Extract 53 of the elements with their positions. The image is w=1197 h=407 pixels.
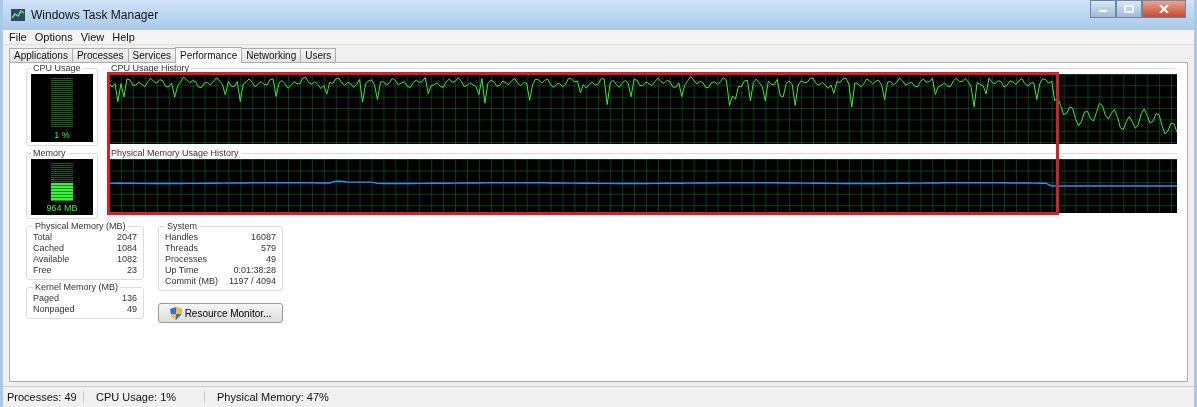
menu-item[interactable]: Help (112, 31, 135, 43)
app-icon (11, 9, 25, 21)
meter-reading: 1 % (54, 130, 70, 140)
stat-value: 579 (260, 243, 276, 254)
stat-label: Available (33, 254, 70, 265)
stat-label: Up Time (165, 265, 199, 276)
stat-value: 0:01:38:28 (233, 265, 276, 276)
tab[interactable]: Applications (9, 48, 73, 62)
stat-value: 23 (127, 265, 137, 276)
meter-reading: 964 MB (46, 203, 78, 213)
stat-label: Total (33, 232, 52, 243)
menu-item[interactable]: Options (34, 31, 73, 43)
stat-value: 136 (121, 293, 137, 304)
tab[interactable]: Processes (71, 48, 129, 62)
stat-label: Handles (165, 232, 199, 243)
status-text: Processes: 49 (3, 391, 84, 403)
menu-item[interactable]: File (9, 31, 27, 43)
stat-label: Free (33, 265, 52, 276)
tab[interactable]: Performance (174, 47, 243, 63)
tab[interactable]: Users (300, 48, 337, 62)
group-title: Kernel Memory (MB) (34, 282, 119, 293)
stat-value: 16087 (250, 232, 276, 243)
group-title: Memory (32, 148, 67, 159)
close-icon (1159, 5, 1169, 13)
maximize-icon (1124, 5, 1134, 13)
status-text: CPU Usage: 1% (84, 391, 205, 403)
group-title: Physical Memory (MB) (34, 221, 127, 232)
minimize-button[interactable] (1090, 0, 1116, 18)
window-title: Windows Task Manager (31, 8, 159, 22)
tab[interactable]: Services (127, 48, 176, 62)
stat-value: 1082 (116, 254, 137, 265)
stat-label: Nonpaged (33, 304, 75, 315)
tab[interactable]: Networking (241, 48, 302, 62)
resource-monitor-button[interactable]: Resource Monitor... (158, 303, 283, 323)
stat-value: 49 (266, 254, 276, 265)
stat-value: 1084 (116, 243, 137, 254)
stat-value: 2047 (116, 232, 137, 243)
group-title: CPU Usage History (110, 63, 191, 74)
stat-label: Commit (MB) (165, 276, 218, 287)
shield-icon (169, 306, 182, 320)
stat-value: 1197 / 4094 (229, 276, 276, 287)
status-text: Physical Memory: 47% (216, 391, 330, 403)
close-button[interactable] (1142, 0, 1186, 18)
group-title: System (166, 221, 198, 232)
group-title: Physical Memory Usage History (110, 148, 240, 159)
stat-label: Threads (165, 243, 199, 254)
menu-item[interactable]: View (80, 31, 105, 43)
maximize-button[interactable] (1116, 0, 1142, 18)
stat-label: Paged (33, 293, 60, 304)
group-title: CPU Usage (32, 63, 82, 74)
stat-label: Cached (33, 243, 65, 254)
stat-label: Processes (165, 254, 208, 265)
stat-value: 49 (127, 304, 137, 315)
